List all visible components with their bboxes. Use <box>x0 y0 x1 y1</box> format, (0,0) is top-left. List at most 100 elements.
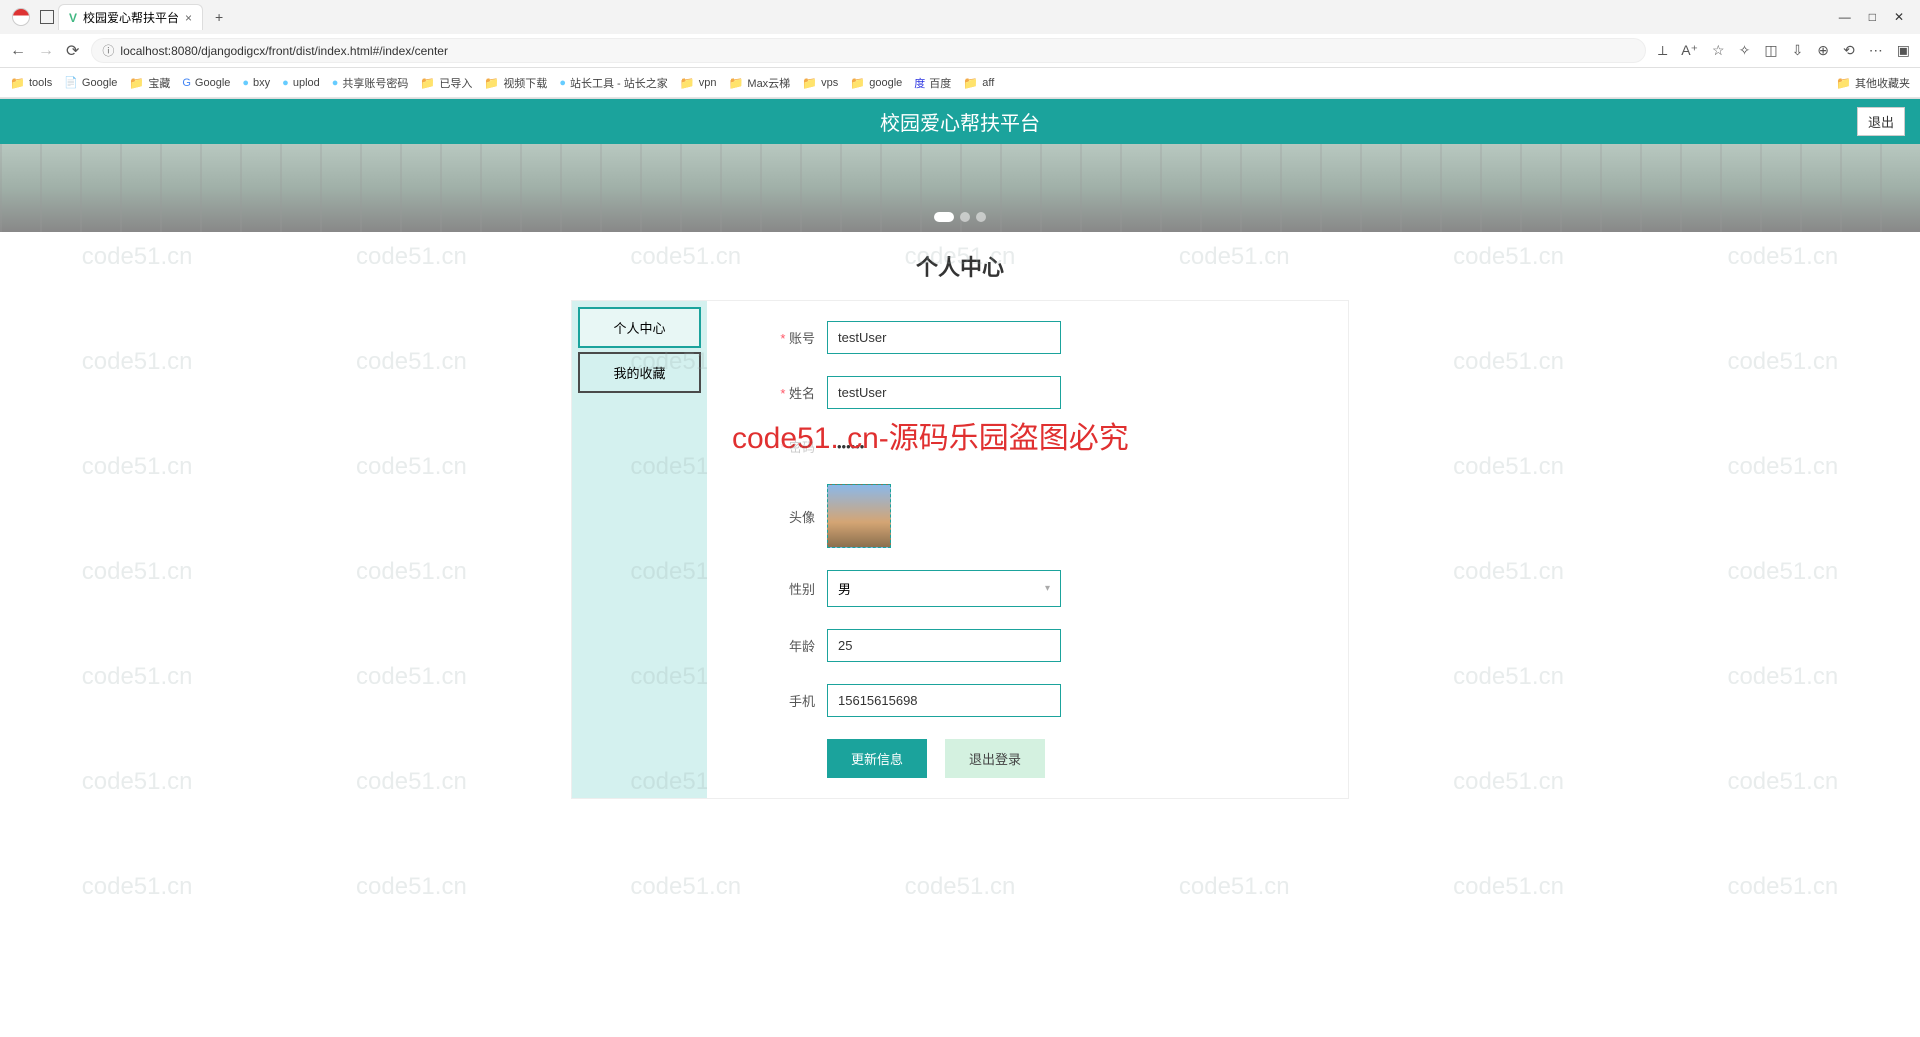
dot-3[interactable] <box>976 212 986 222</box>
label-account: 账号 <box>737 328 827 347</box>
bookmark-label: tools <box>29 77 52 89</box>
bookmark-label: Google <box>195 77 230 89</box>
bookmark-item[interactable]: 📁vps <box>802 76 838 90</box>
input-password[interactable] <box>827 431 1061 462</box>
addon-icon[interactable]: ⊕ <box>1817 42 1829 59</box>
baidu-icon: 度 <box>914 75 925 91</box>
row-phone: 手机 <box>737 684 1318 717</box>
workspace-icon[interactable] <box>40 10 54 24</box>
downloads-icon[interactable]: ⇩ <box>1792 42 1804 59</box>
page-title: 个人中心 <box>0 232 1920 300</box>
bookmark-label: vps <box>821 77 838 89</box>
sync-icon[interactable]: ⟲ <box>1843 42 1855 59</box>
site-title: 校园爱心帮扶平台 <box>880 107 1040 136</box>
bookmark-item[interactable]: 📁aff <box>963 76 994 90</box>
url-input[interactable]: ⓘ localhost:8080/djangodigcx/front/dist/… <box>91 38 1646 63</box>
reading-mode-icon[interactable]: A⁺ <box>1681 42 1698 59</box>
new-tab-button[interactable]: + <box>207 9 231 25</box>
other-bookmarks[interactable]: 📁其他收藏夹 <box>1836 75 1910 91</box>
sidebar-icon[interactable]: ◫ <box>1764 42 1777 59</box>
folder-icon: 📁 <box>680 76 695 90</box>
row-name: 姓名 <box>737 376 1318 409</box>
back-button[interactable]: ← <box>10 42 26 60</box>
row-gender: 性别 男 ▾ <box>737 570 1318 607</box>
extensions-icon[interactable]: ⟂ <box>1658 42 1667 59</box>
bookmark-label: 视频下载 <box>503 75 547 91</box>
input-phone[interactable] <box>827 684 1061 717</box>
bookmark-label: vpn <box>699 77 717 89</box>
close-tab-icon[interactable]: × <box>185 11 192 25</box>
collections-icon[interactable]: ✧ <box>1739 42 1751 59</box>
site-header: 校园爱心帮扶平台 退出 <box>0 99 1920 144</box>
page-content: code51.cncode51.cncode51.cncode51.cncode… <box>0 99 1920 1037</box>
profile-icon[interactable] <box>12 8 30 26</box>
bookmark-item[interactable]: 📁宝藏 <box>129 75 170 91</box>
dot-2[interactable] <box>960 212 970 222</box>
browser-tab[interactable]: V 校园爱心帮扶平台 × <box>58 4 203 30</box>
chevron-down-icon: ▾ <box>1045 583 1050 594</box>
more-icon[interactable]: ⋯ <box>1869 42 1883 59</box>
tab-bar: V 校园爱心帮扶平台 × + — □ ✕ <box>0 0 1920 34</box>
main-layout: 个人中心 我的收藏 code51. cn-源码乐园盗图必究 账号 姓名 密码 头… <box>571 300 1349 799</box>
bookmark-item[interactable]: 📁已导入 <box>420 75 472 91</box>
bookmark-label: 其他收藏夹 <box>1855 75 1910 91</box>
bookmark-item[interactable]: 📄Google <box>64 76 117 89</box>
logout-button[interactable]: 退出登录 <box>945 739 1045 778</box>
address-bar: ← → ⟳ ⓘ localhost:8080/djangodigcx/front… <box>0 34 1920 68</box>
row-password: 密码 <box>737 431 1318 462</box>
bookmark-item[interactable]: 度百度 <box>914 75 951 91</box>
browser-chrome: V 校园爱心帮扶平台 × + — □ ✕ ← → ⟳ ⓘ localhost:8… <box>0 0 1920 99</box>
info-icon: ⓘ <box>102 42 114 59</box>
bookmark-label: 已导入 <box>439 75 472 91</box>
avatar-upload[interactable] <box>827 484 891 548</box>
folder-icon: 📁 <box>10 76 25 90</box>
input-age[interactable] <box>827 629 1061 662</box>
favorite-icon[interactable]: ☆ <box>1712 42 1725 59</box>
header-logout-button[interactable]: 退出 <box>1857 107 1905 136</box>
bookmark-item[interactable]: 📁视频下载 <box>484 75 547 91</box>
forward-button[interactable]: → <box>38 42 54 60</box>
google-icon: G <box>182 77 191 89</box>
bookmark-item[interactable]: 📁 tools <box>10 76 52 90</box>
label-gender: 性别 <box>737 579 827 598</box>
input-account[interactable] <box>827 321 1061 354</box>
row-account: 账号 <box>737 321 1318 354</box>
window-controls: — □ ✕ <box>1839 10 1914 24</box>
input-name[interactable] <box>827 376 1061 409</box>
bookmark-item[interactable]: 📁 vpn <box>680 76 717 90</box>
update-button[interactable]: 更新信息 <box>827 739 927 778</box>
row-avatar: 头像 <box>737 484 1318 548</box>
sidebar-item-favorites[interactable]: 我的收藏 <box>578 352 701 393</box>
bookmark-item[interactable]: ●共享账号密码 <box>332 75 409 91</box>
bookmark-item[interactable]: 📁google <box>850 76 902 90</box>
button-row: 更新信息 退出登录 <box>827 739 1318 778</box>
label-avatar: 头像 <box>737 507 827 526</box>
site-icon: ● <box>282 77 289 89</box>
label-phone: 手机 <box>737 691 827 710</box>
site-icon: ● <box>559 77 566 89</box>
bookmark-item[interactable]: G Google <box>182 77 230 89</box>
bookmark-label: uplod <box>293 77 320 89</box>
split-icon[interactable]: ▣ <box>1897 42 1910 59</box>
select-gender[interactable]: 男 ▾ <box>827 570 1061 607</box>
folder-icon: 📁 <box>963 76 978 90</box>
site-icon: ● <box>242 77 249 89</box>
bookmark-label: bxy <box>253 77 270 89</box>
sidebar: 个人中心 我的收藏 <box>572 301 707 798</box>
minimize-button[interactable]: — <box>1839 10 1851 24</box>
bookmark-item[interactable]: 📁Max云梯 <box>728 75 790 91</box>
bookmark-item[interactable]: ● uplod <box>282 77 320 89</box>
site-icon: ● <box>332 77 339 89</box>
maximize-button[interactable]: □ <box>1869 10 1876 24</box>
dot-1[interactable] <box>934 212 954 222</box>
bookmark-item[interactable]: ●站长工具 - 站长之家 <box>559 75 667 91</box>
banner-carousel[interactable] <box>0 144 1920 232</box>
sidebar-item-profile[interactable]: 个人中心 <box>578 307 701 348</box>
bookmark-label: 共享账号密码 <box>342 75 408 91</box>
favicon-icon: V <box>69 11 77 25</box>
url-text: localhost:8080/djangodigcx/front/dist/in… <box>120 44 448 58</box>
carousel-dots <box>934 212 986 222</box>
refresh-button[interactable]: ⟳ <box>66 41 79 61</box>
bookmark-item[interactable]: ● bxy <box>242 77 270 89</box>
close-window-button[interactable]: ✕ <box>1894 10 1904 24</box>
